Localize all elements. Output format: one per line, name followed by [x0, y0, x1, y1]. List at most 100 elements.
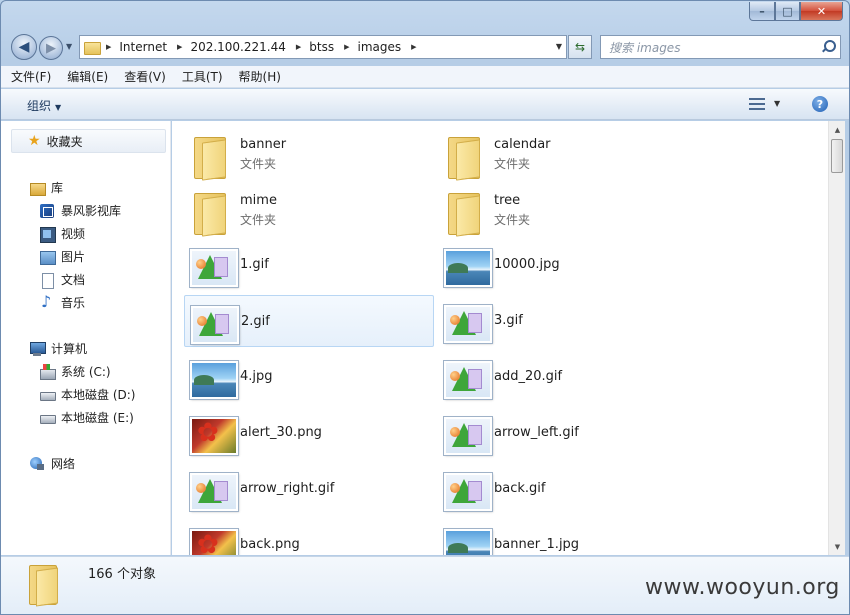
- folder-icon: [84, 40, 101, 55]
- nav-item-label: 本地磁盘 (D:): [61, 388, 136, 402]
- address-bar[interactable]: ▶ Internet ▶ 202.100.221.44 ▶ btss ▶ ima…: [79, 35, 567, 59]
- recent-pages-dropdown[interactable]: ▼: [66, 42, 72, 51]
- gif-image-icon: [442, 299, 493, 344]
- file-name: 2.gif: [241, 314, 270, 329]
- file-item[interactable]: 3.gif: [438, 295, 688, 347]
- breadcrumb-internet[interactable]: Internet: [119, 40, 167, 54]
- minimize-button[interactable]: –: [749, 2, 775, 21]
- search-icon[interactable]: [821, 40, 836, 54]
- file-name: arrow_right.gif: [240, 481, 335, 496]
- folder-item[interactable]: banner 文件夹: [184, 127, 434, 179]
- folder-item[interactable]: calendar 文件夹: [438, 127, 688, 179]
- file-item[interactable]: arrow_right.gif: [184, 463, 434, 515]
- gif-image-icon: [188, 243, 239, 288]
- nav-item-drive-c[interactable]: 系统 (C:): [39, 363, 111, 380]
- menu-file[interactable]: 文件(F): [11, 68, 51, 85]
- nav-item-documents[interactable]: 文档: [39, 271, 85, 289]
- menu-tools[interactable]: 工具(T): [182, 68, 223, 85]
- file-name: tree: [494, 193, 521, 208]
- system-drive-icon: [39, 363, 56, 380]
- nav-libraries[interactable]: 库: [29, 179, 63, 196]
- forward-button[interactable]: ▶: [39, 36, 63, 60]
- folder-icon: [188, 131, 234, 179]
- breadcrumb-btss[interactable]: btss: [309, 40, 334, 54]
- back-button[interactable]: ◀: [11, 34, 37, 60]
- library-icon: [29, 180, 46, 196]
- folder-item[interactable]: tree 文件夹: [438, 183, 688, 235]
- chevron-right-icon[interactable]: ▶: [106, 43, 111, 51]
- file-item[interactable]: 1.gif: [184, 239, 434, 291]
- file-item[interactable]: back.png: [184, 519, 434, 555]
- chevron-right-icon[interactable]: ▶: [344, 43, 349, 51]
- jpg-image-icon: [188, 355, 239, 400]
- search-placeholder: 搜索 images: [609, 40, 681, 55]
- gif-image-icon: [189, 300, 240, 345]
- nav-item-label: 系统 (C:): [61, 365, 111, 379]
- chevron-right-icon[interactable]: ▶: [177, 43, 182, 51]
- nav-item-drive-d[interactable]: 本地磁盘 (D:): [39, 386, 135, 403]
- menu-edit[interactable]: 编辑(E): [67, 68, 108, 85]
- file-type: 文件夹: [494, 157, 531, 171]
- nav-item-music[interactable]: 音乐: [39, 292, 85, 311]
- breadcrumb-host[interactable]: 202.100.221.44: [190, 40, 285, 54]
- chevron-right-icon[interactable]: ▶: [411, 43, 416, 51]
- help-icon[interactable]: ?: [812, 96, 828, 112]
- scroll-thumb[interactable]: [831, 139, 843, 173]
- file-name: back.gif: [494, 481, 546, 496]
- file-item[interactable]: 2.gif: [184, 295, 434, 347]
- file-type: 文件夹: [240, 213, 277, 227]
- refresh-button[interactable]: ⇆: [568, 35, 592, 59]
- computer-icon: [29, 341, 46, 357]
- folder-icon: [188, 187, 234, 235]
- menu-view[interactable]: 查看(V): [124, 68, 166, 85]
- nav-item-label: 暴风影视库: [61, 204, 122, 218]
- file-item[interactable]: 10000.jpg: [438, 239, 688, 291]
- music-icon: [39, 292, 55, 311]
- file-name: mime: [240, 193, 277, 208]
- maximize-button[interactable]: □: [775, 2, 800, 21]
- nav-item-pictures[interactable]: 图片: [39, 248, 85, 265]
- hard-drive-icon: [39, 410, 56, 426]
- file-name: arrow_left.gif: [494, 425, 579, 440]
- view-dropdown-icon[interactable]: ▼: [774, 99, 780, 108]
- nav-item-videos[interactable]: 视频: [39, 225, 85, 243]
- file-name: 3.gif: [494, 313, 523, 328]
- file-name: alert_30.png: [240, 425, 322, 440]
- close-button[interactable]: ✕: [800, 2, 843, 21]
- file-name: 1.gif: [240, 257, 269, 272]
- address-dropdown-icon[interactable]: ▼: [556, 42, 562, 51]
- jpg-image-icon: [442, 243, 493, 288]
- file-item[interactable]: 4.jpg: [184, 351, 434, 403]
- gif-image-icon: [442, 355, 493, 400]
- scroll-up-arrow-icon[interactable]: ▲: [829, 121, 846, 138]
- folder-item[interactable]: mime 文件夹: [184, 183, 434, 235]
- nav-computer[interactable]: 计算机: [29, 340, 87, 357]
- menu-bar: 文件(F) 编辑(E) 查看(V) 工具(T) 帮助(H): [1, 66, 849, 88]
- menu-help[interactable]: 帮助(H): [239, 68, 281, 85]
- picture-icon: [39, 249, 56, 265]
- file-name: 10000.jpg: [494, 257, 560, 272]
- nav-network[interactable]: 网络: [29, 455, 75, 472]
- nav-favorites[interactable]: ★ 收藏夹: [11, 129, 166, 153]
- navigation-pane: ★ 收藏夹 库 暴风影视库 视频 图片 文档 音乐 计算机: [1, 121, 171, 555]
- file-item[interactable]: alert_30.png: [184, 407, 434, 459]
- file-item[interactable]: banner_1.jpg: [438, 519, 688, 555]
- search-input[interactable]: 搜索 images: [600, 35, 841, 59]
- file-item[interactable]: arrow_left.gif: [438, 407, 688, 459]
- file-item[interactable]: back.gif: [438, 463, 688, 515]
- breadcrumb-images[interactable]: images: [357, 40, 401, 54]
- nav-item-drive-e[interactable]: 本地磁盘 (E:): [39, 409, 134, 426]
- organize-label: 组织: [27, 99, 52, 113]
- nav-item-storm-library[interactable]: 暴风影视库: [39, 202, 121, 219]
- chevron-right-icon[interactable]: ▶: [296, 43, 301, 51]
- png-image-icon: [188, 411, 239, 456]
- nav-libraries-label: 库: [51, 181, 64, 195]
- explorer-window: – □ ✕ ◀ ▶ ▼ ▶ Internet ▶ 202.100.221.44 …: [0, 0, 850, 615]
- file-name: calendar: [494, 137, 551, 152]
- file-item[interactable]: add_20.gif: [438, 351, 688, 403]
- organize-button[interactable]: 组织 ▼: [27, 97, 61, 114]
- view-options-icon[interactable]: [749, 98, 765, 111]
- scroll-down-arrow-icon[interactable]: ▼: [829, 538, 846, 555]
- vertical-scrollbar[interactable]: ▲ ▼: [828, 121, 845, 555]
- folder-icon: [442, 131, 488, 179]
